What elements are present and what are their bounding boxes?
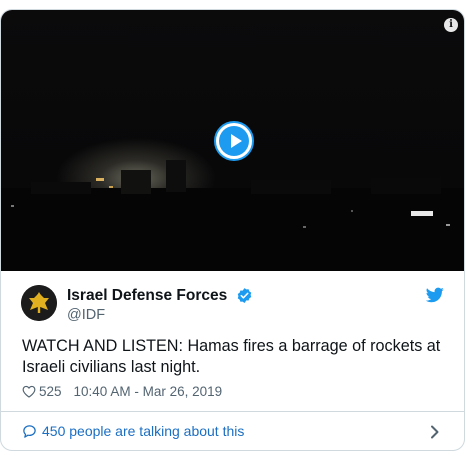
info-icon[interactable]: i (444, 18, 458, 32)
verified-badge-icon (237, 288, 252, 303)
heart-icon[interactable] (22, 385, 36, 398)
play-button[interactable] (214, 121, 254, 161)
avatar[interactable] (21, 285, 57, 321)
video-player[interactable]: i (1, 10, 464, 271)
idf-emblem-icon (21, 285, 57, 321)
author-handle[interactable]: @IDF (67, 307, 105, 323)
tweet-card[interactable]: i Israel Defense Forces @IDF WATCH AND L… (0, 9, 465, 451)
like-count[interactable]: 525 (39, 384, 62, 399)
tweet-text: WATCH AND LISTEN: Hamas fires a barrage … (22, 337, 441, 376)
tweet-meta: 525 10:40 AM - Mar 26, 2019 (22, 383, 222, 399)
timestamp[interactable]: 10:40 AM - Mar 26, 2019 (74, 384, 223, 399)
divider (1, 411, 464, 412)
author-name[interactable]: Israel Defense Forces (67, 287, 227, 305)
chevron-right-icon[interactable] (430, 425, 440, 439)
conversation-link[interactable]: 450 people are talking about this (21, 422, 446, 442)
twitter-bird-icon[interactable] (426, 287, 444, 303)
play-icon (219, 126, 249, 156)
speech-bubble-icon (23, 425, 36, 438)
talking-label[interactable]: 450 people are talking about this (42, 423, 244, 439)
